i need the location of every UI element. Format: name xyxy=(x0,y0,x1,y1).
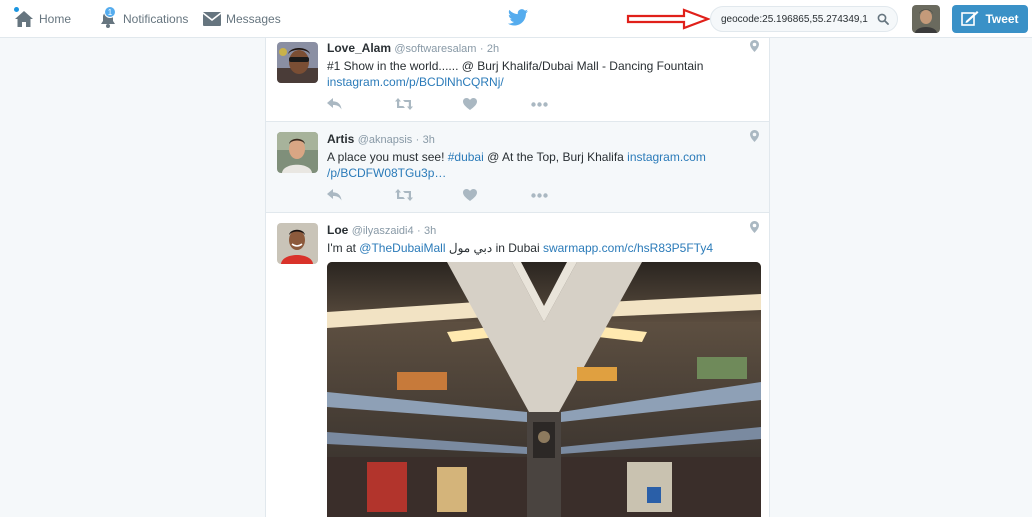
more-icon xyxy=(531,192,548,198)
tweet-author-name[interactable]: Artis xyxy=(327,132,354,146)
tweet-timestamp[interactable]: 2h xyxy=(487,43,499,55)
tweet-content: Loe @ilyaszaidi4 · 3h I'm at @TheDubaiMa… xyxy=(327,223,755,256)
search-icon[interactable] xyxy=(877,13,889,28)
tweet-content: Artis @aknapsis · 3h A place you must se… xyxy=(327,132,755,181)
avatar[interactable] xyxy=(277,223,318,264)
tweet-text-body: in Dubai xyxy=(495,241,543,255)
location-pin-icon[interactable] xyxy=(750,40,759,55)
tweet-link[interactable]: instagram.com/p/BCDlNhCQRNj/ xyxy=(327,75,504,89)
tweet-text: I'm at @TheDubaiMall دبي مول in Dubai sw… xyxy=(327,240,755,256)
tweet-author-handle[interactable]: @aknapsis xyxy=(358,134,413,146)
tweet-timestamp[interactable]: 3h xyxy=(424,225,436,237)
more-button[interactable] xyxy=(531,96,599,112)
more-button[interactable] xyxy=(531,187,599,203)
retweet-button[interactable] xyxy=(395,96,463,112)
location-pin-icon[interactable] xyxy=(750,130,759,145)
tweet-button-label: Tweet xyxy=(985,12,1019,26)
tweet[interactable]: Loe @ilyaszaidi4 · 3h I'm at @TheDubaiMa… xyxy=(266,213,769,517)
tweet-hashtag[interactable]: #dubai xyxy=(448,150,484,164)
tweet-timestamp[interactable]: 3h xyxy=(423,134,435,146)
avatar[interactable] xyxy=(277,132,318,173)
envelope-icon xyxy=(203,11,221,26)
tweet-photo[interactable] xyxy=(327,262,761,517)
compose-icon xyxy=(961,10,979,29)
separator-dot: · xyxy=(416,225,421,237)
tweet-link[interactable]: swarmapp.com/c/hsR83P5FTy4 xyxy=(543,241,713,255)
tweet-text-body: A place you must see! xyxy=(327,150,448,164)
home-icon xyxy=(14,10,34,28)
reply-button[interactable] xyxy=(327,187,395,203)
search-box[interactable] xyxy=(710,6,898,32)
location-pin-icon[interactable] xyxy=(750,221,759,236)
tweet[interactable]: Love_Alam @softwaresalam · 2h #1 Show in… xyxy=(266,38,769,122)
heart-icon xyxy=(463,189,477,201)
heart-icon xyxy=(463,98,477,110)
nav-notifications-label: Notifications xyxy=(123,11,189,26)
separator-dot: · xyxy=(415,134,420,146)
retweet-icon xyxy=(395,98,413,110)
bell-icon: 1 xyxy=(98,5,118,29)
tweet-header: Artis @aknapsis · 3h xyxy=(327,132,755,147)
tweet-text-body: I'm at xyxy=(327,241,360,255)
retweet-icon xyxy=(395,189,413,201)
search-input[interactable] xyxy=(721,13,877,25)
new-content-dot xyxy=(14,7,19,12)
top-navigation-bar: Home 1 Notifications Messages geocode:25… xyxy=(0,0,1032,38)
like-button[interactable] xyxy=(463,96,531,112)
nav-messages-label: Messages xyxy=(226,11,281,26)
tweet-text: #1 Show in the world...... @ Burj Khalif… xyxy=(327,58,755,90)
tweet-arabic-text: دبي مول xyxy=(445,241,496,255)
like-button[interactable] xyxy=(463,187,531,203)
tweet-author-name[interactable]: Loe xyxy=(327,223,348,237)
timeline: Love_Alam @softwaresalam · 2h #1 Show in… xyxy=(265,38,770,517)
tweet-link-continued[interactable]: /p/BCDFW08TGu3p… xyxy=(327,166,446,180)
tweet-link[interactable]: instagram.com xyxy=(627,150,706,164)
tweet-header: Loe @ilyaszaidi4 · 3h xyxy=(327,223,755,238)
retweet-button[interactable] xyxy=(395,187,463,203)
tweet-author-name[interactable]: Love_Alam xyxy=(327,41,391,55)
tweet-author-handle[interactable]: @softwaresalam xyxy=(394,43,476,55)
tweet[interactable]: Artis @aknapsis · 3h A place you must se… xyxy=(266,122,769,213)
tweet-mention[interactable]: @TheDubaiMall xyxy=(359,241,445,255)
nav-home-label: Home xyxy=(39,11,72,26)
tweet-text-body: #1 Show in the world...... @ Burj Khalif… xyxy=(327,59,704,73)
reply-icon xyxy=(327,98,342,110)
tweet-button[interactable]: Tweet xyxy=(952,5,1028,33)
nav-messages[interactable]: Messages xyxy=(203,0,281,37)
reply-icon xyxy=(327,189,342,201)
current-user-avatar[interactable] xyxy=(912,5,940,33)
notification-count-badge: 1 xyxy=(104,5,116,18)
nav-home[interactable]: Home xyxy=(14,0,71,37)
separator-dot: · xyxy=(479,43,484,55)
reply-button[interactable] xyxy=(327,96,395,112)
avatar[interactable] xyxy=(277,42,318,83)
tweet-actions xyxy=(327,187,599,203)
annotation-arrow xyxy=(626,8,712,33)
tweet-text: A place you must see! #dubai @ At the To… xyxy=(327,149,755,181)
twitter-bird-icon[interactable] xyxy=(508,9,528,29)
tweet-text-body: @ At the Top, Burj Khalifa xyxy=(483,150,628,164)
tweet-content: Love_Alam @softwaresalam · 2h #1 Show in… xyxy=(327,41,755,90)
nav-notifications[interactable]: 1 Notifications xyxy=(98,0,188,37)
tweet-header: Love_Alam @softwaresalam · 2h xyxy=(327,41,755,56)
more-icon xyxy=(531,101,548,107)
tweet-author-handle[interactable]: @ilyaszaidi4 xyxy=(352,225,414,237)
tweet-actions xyxy=(327,96,599,112)
